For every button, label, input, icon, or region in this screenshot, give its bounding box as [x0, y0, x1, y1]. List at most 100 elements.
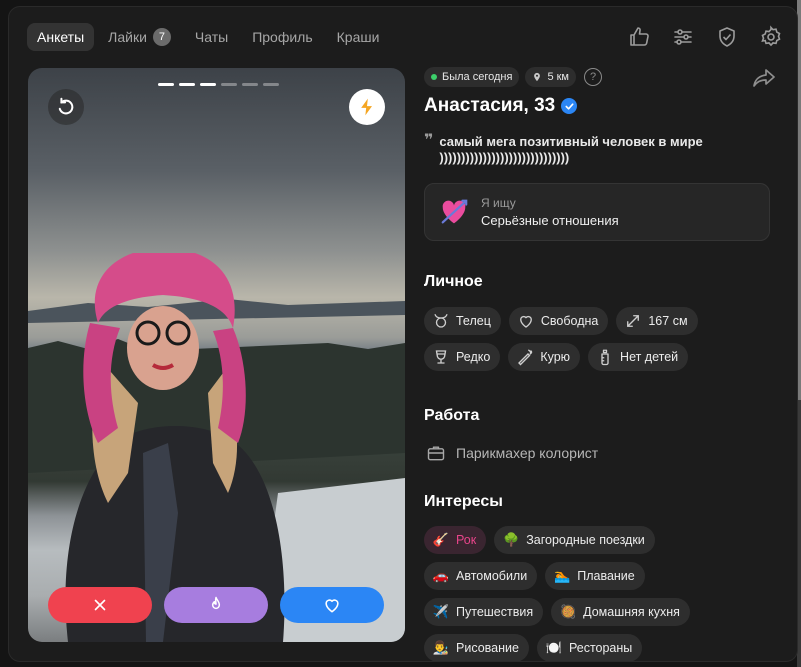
cigarette-icon — [518, 349, 533, 366]
wine-glass-icon — [435, 350, 447, 364]
chip-label: Редко — [456, 350, 491, 364]
undo-button[interactable] — [48, 89, 84, 125]
plate-icon: 🍽️ — [545, 640, 563, 655]
photo-progress-segment — [263, 83, 279, 86]
chip-interest-cooking: 🥘 Домашняя кухня — [551, 598, 690, 626]
name-row: Анастасия, 33 — [424, 95, 784, 117]
chip-label: Рок — [456, 533, 477, 547]
tab-profile[interactable]: Профиль — [242, 23, 322, 51]
car-icon: 🚗 — [432, 568, 450, 583]
like-button[interactable] — [280, 587, 384, 623]
chip-kids: Нет детей — [588, 343, 689, 371]
chip-interest-swimming: 🏊 Плавание — [545, 562, 645, 590]
profile-photo[interactable] — [28, 68, 405, 642]
tab-label: Лайки — [108, 29, 147, 45]
verified-icon — [561, 98, 578, 114]
chip-relationship: Свободна — [508, 307, 609, 335]
chip-label: Курю — [540, 350, 571, 364]
lightning-icon — [361, 98, 372, 116]
personal-chips: Телец Свободна 167 см Редко Курю Нет дет… — [424, 307, 724, 371]
bio-quote: ❞ самый мега позитивный человек в мире )… — [424, 132, 784, 166]
chip-label: Телец — [456, 314, 491, 328]
photo-subject — [28, 253, 405, 642]
photo-progress-segment — [221, 83, 237, 86]
bio-line-1: самый мега позитивный человек в мире — [439, 134, 703, 149]
tree-icon: 🌳 — [503, 532, 520, 547]
profile-name: Анастасия, 33 — [424, 95, 556, 116]
expand-icon — [627, 315, 640, 327]
chip-label: Путешествия — [456, 605, 534, 619]
guitar-icon: 🎸 — [432, 532, 450, 547]
close-icon — [94, 599, 106, 611]
chip-interest-drawing: 👨‍🎨 Рисование — [424, 634, 529, 661]
section-title-work: Работа — [424, 407, 480, 424]
chip-label: Плавание — [577, 569, 635, 583]
artist-icon: 👨‍🎨 — [432, 640, 450, 655]
tab-label: Краши — [336, 29, 380, 45]
undo-icon — [58, 97, 74, 115]
location-pin-icon — [534, 72, 541, 82]
section-title-personal: Личное — [424, 273, 483, 290]
superlike-button[interactable] — [164, 587, 268, 623]
boost-button[interactable] — [349, 89, 385, 125]
airplane-icon: ✈️ — [432, 604, 450, 619]
tab-label: Чаты — [194, 29, 229, 45]
work-row: Парикмахер колорист — [424, 443, 784, 463]
taurus-icon — [434, 314, 448, 328]
chip-interest-trips: 🌳 Загородные поездки — [494, 526, 655, 554]
profile-details: Была сегодня 5 км ? Анастасия, 33 ❞ самы… — [424, 67, 784, 661]
filters-icon[interactable] — [671, 25, 695, 49]
swipe-actions — [48, 587, 384, 623]
tab-label: Профиль — [252, 29, 313, 45]
nav-icons — [627, 25, 783, 49]
chip-interest-restaurants: 🍽️ Рестораны — [536, 634, 643, 661]
chip-label: Нет детей — [620, 350, 679, 364]
interest-chips: 🎸 Рок 🌳 Загородные поездки 🚗 Автомобили 🏊 Пл… — [424, 526, 724, 661]
chip-interest-travel: ✈️ Путешествия — [424, 598, 544, 626]
heart-outline-icon — [519, 315, 532, 328]
tab-likes[interactable]: Лайки 7 — [98, 23, 181, 51]
thumbs-up-icon[interactable] — [627, 25, 651, 49]
online-dot — [431, 74, 437, 80]
online-status-badge: Была сегодня — [424, 67, 520, 87]
chip-interest-rock: 🎸 Рок — [424, 526, 487, 554]
likes-count-badge: 7 — [152, 28, 171, 46]
gear-icon[interactable] — [759, 25, 783, 49]
photo-progress-segment — [158, 83, 174, 86]
looking-for-card: Я ищу Серьёзные отношения — [424, 183, 770, 241]
chip-smoking: Курю — [508, 343, 581, 371]
tab-ankety[interactable]: Анкеты — [27, 23, 95, 51]
chip-label: Рестораны — [568, 641, 633, 655]
chip-label: Загородные поездки — [526, 533, 645, 547]
chip-zodiac: Телец — [424, 307, 501, 335]
photo-progress — [158, 83, 279, 86]
briefcase-icon — [427, 446, 445, 461]
baby-bottle-icon — [601, 349, 609, 366]
help-icon[interactable]: ? — [584, 68, 602, 86]
bio-line-2: )))))))))))))))))))))))))))))) — [439, 150, 570, 165]
status-row: Была сегодня 5 км ? — [424, 67, 784, 87]
food-icon: 🥘 — [560, 604, 577, 619]
looking-for-label: Я ищу — [481, 196, 516, 210]
chip-label: Домашняя кухня — [583, 605, 680, 619]
tab-crushes[interactable]: Краши — [327, 23, 390, 51]
online-status-text: Была сегодня — [442, 71, 513, 83]
section-title-interests: Интересы — [424, 493, 503, 510]
chip-label: Свободна — [540, 314, 599, 328]
photo-progress-segment — [179, 83, 195, 86]
distance-text: 5 км — [547, 71, 569, 83]
chip-height: 167 см — [616, 307, 698, 335]
tab-chats[interactable]: Чаты — [185, 23, 238, 51]
distance-badge: 5 км — [525, 67, 576, 87]
dislike-button[interactable] — [48, 587, 152, 623]
photo-progress-segment — [242, 83, 258, 86]
chip-interest-cars: 🚗 Автомобили — [424, 562, 538, 590]
chip-alcohol: Редко — [424, 343, 501, 371]
share-icon[interactable] — [752, 67, 776, 89]
shield-check-icon[interactable] — [715, 25, 739, 49]
heart-arrow-icon — [441, 199, 468, 224]
top-nav: Анкеты Лайки 7 Чаты Профиль Краши — [27, 23, 389, 51]
chip-label: Рисование — [456, 641, 519, 655]
quote-icon: ❞ — [424, 132, 434, 149]
flame-icon — [211, 596, 221, 609]
